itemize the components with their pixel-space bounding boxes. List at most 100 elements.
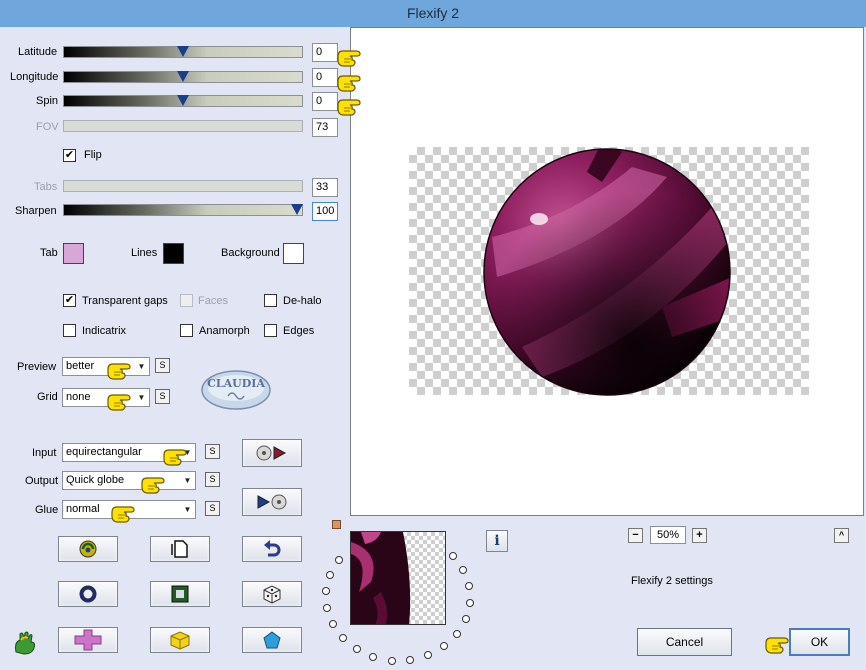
- undo-button[interactable]: [242, 536, 302, 562]
- anamorph-checkbox[interactable]: [180, 324, 193, 337]
- chevron-down-icon: ▼: [137, 393, 146, 402]
- orbit-dot[interactable]: [461, 614, 470, 623]
- cross-shape-button[interactable]: [58, 627, 118, 653]
- tabs-slider: [63, 180, 303, 192]
- longitude-slider-thumb[interactable]: [177, 71, 189, 82]
- longitude-slider[interactable]: [63, 71, 303, 83]
- zoom-out-button[interactable]: −: [628, 528, 643, 543]
- undo-icon: [264, 540, 281, 557]
- tabs-value[interactable]: 33: [312, 178, 338, 197]
- preview-canvas[interactable]: [350, 27, 864, 516]
- flexified-globe-image: [483, 148, 731, 396]
- grid-s-button[interactable]: S: [155, 389, 170, 404]
- tab-color-label: Tab: [40, 247, 58, 259]
- ok-button[interactable]: OK: [789, 628, 850, 656]
- input-s-button[interactable]: S: [205, 444, 220, 459]
- sharpen-slider-thumb[interactable]: [291, 204, 303, 215]
- zoom-level[interactable]: 50%: [650, 526, 686, 544]
- indicatrix-label: Indicatrix: [82, 325, 127, 337]
- faces-label: Faces: [198, 295, 228, 307]
- latitude-slider-thumb[interactable]: [177, 46, 189, 57]
- flip-checkbox[interactable]: ✔: [63, 149, 76, 162]
- navigator-thumbnail[interactable]: [350, 531, 446, 625]
- tutorial-pointer-hand-icon: [107, 394, 131, 411]
- tabs-label: Tabs: [34, 181, 58, 193]
- tab-color-swatch[interactable]: [63, 243, 84, 264]
- orbit-dot[interactable]: [387, 656, 396, 665]
- fov-slider: [63, 120, 303, 132]
- ring-button[interactable]: [58, 581, 118, 607]
- glue-value: normal: [66, 503, 100, 515]
- background-color-swatch[interactable]: [283, 243, 304, 264]
- spin-slider[interactable]: [63, 95, 303, 107]
- tutorial-pointer-hand-icon: [111, 506, 135, 523]
- longitude-label: Longitude: [10, 71, 59, 83]
- ring-icon: [79, 585, 97, 603]
- flaming-hand-icon: [12, 630, 38, 656]
- transparent-gaps-checkbox[interactable]: ✔: [63, 294, 76, 307]
- fov-value[interactable]: 73: [312, 118, 338, 137]
- sharpen-value[interactable]: 100: [312, 202, 338, 221]
- window-title-bar: Flexify 2: [0, 0, 866, 27]
- orbit-dot[interactable]: [338, 634, 347, 643]
- de-halo-checkbox[interactable]: [264, 294, 277, 307]
- output-s-button[interactable]: S: [205, 472, 220, 487]
- claudia-logo: CLAUDIA: [200, 368, 272, 412]
- preview-s-button[interactable]: S: [155, 358, 170, 373]
- edges-checkbox[interactable]: [264, 324, 277, 337]
- info-button[interactable]: i: [486, 530, 508, 552]
- spin-label: Spin: [36, 95, 59, 107]
- status-text: Flexify 2 settings: [631, 575, 713, 587]
- input-projection-value: equirectangular: [66, 446, 142, 458]
- zoom-in-button[interactable]: +: [692, 528, 707, 543]
- sharpen-slider[interactable]: [63, 204, 303, 216]
- indicatrix-checkbox[interactable]: [63, 324, 76, 337]
- preview-quality-value: better: [66, 360, 95, 372]
- chevron-down-icon: ▼: [183, 505, 192, 514]
- spin-slider-thumb[interactable]: [177, 95, 189, 106]
- tutorial-pointer-hand-icon: [337, 50, 361, 67]
- new-document-icon: [171, 540, 188, 558]
- chevron-down-icon: ▼: [137, 362, 146, 371]
- input-label: Input: [32, 447, 57, 459]
- latitude-slider[interactable]: [63, 46, 303, 58]
- cube-icon: [170, 631, 190, 650]
- play-output-button[interactable]: [242, 488, 302, 516]
- new-document-button[interactable]: [150, 536, 210, 562]
- cube-button[interactable]: [150, 627, 210, 653]
- pentagon-icon: [263, 631, 281, 649]
- lines-color-label: Lines: [131, 247, 158, 259]
- glue-s-button[interactable]: S: [205, 501, 220, 516]
- fov-label: FOV: [36, 121, 59, 133]
- orbit-dot[interactable]: [465, 598, 474, 607]
- tutorial-pointer-hand-icon: [765, 637, 789, 654]
- orbit-dot[interactable]: [328, 619, 337, 628]
- navigator-handle[interactable]: [332, 520, 341, 529]
- cross-shape-icon: [74, 629, 102, 651]
- faces-checkbox: [180, 294, 193, 307]
- edges-label: Edges: [283, 325, 315, 337]
- orbit-dot[interactable]: [464, 581, 473, 590]
- orbit-dot[interactable]: [452, 629, 461, 638]
- tutorial-pointer-hand-icon: [141, 477, 165, 494]
- square-frame-button[interactable]: [150, 581, 210, 607]
- flip-label: Flip: [84, 149, 102, 161]
- grid-label: Grid: [37, 391, 58, 403]
- lines-color-swatch[interactable]: [163, 243, 184, 264]
- tutorial-pointer-hand-icon: [337, 99, 361, 116]
- cancel-button[interactable]: Cancel: [637, 628, 732, 656]
- background-color-label: Background: [221, 247, 280, 259]
- pentagon-button[interactable]: [242, 627, 302, 653]
- collapse-button[interactable]: ^: [834, 528, 849, 543]
- output-projection-select[interactable]: Quick globe ▼: [62, 471, 196, 490]
- tutorial-pointer-hand-icon: [163, 449, 187, 466]
- play-input-button[interactable]: [242, 439, 302, 467]
- output-projection-value: Quick globe: [66, 474, 125, 486]
- dice-button[interactable]: [242, 581, 302, 607]
- tutorial-pointer-hand-icon: [337, 75, 361, 92]
- sharpen-label: Sharpen: [15, 205, 57, 217]
- grid-value: none: [66, 391, 91, 403]
- disc-play-icon: [256, 445, 287, 461]
- square-frame-icon: [171, 585, 189, 603]
- randomize-button[interactable]: [58, 536, 118, 562]
